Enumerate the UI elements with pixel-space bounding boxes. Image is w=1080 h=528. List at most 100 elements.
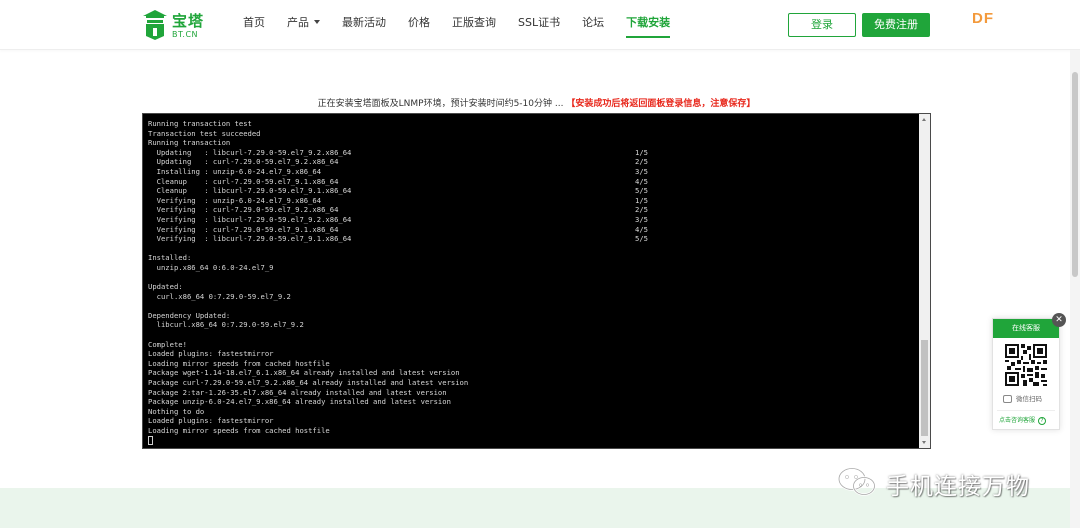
terminal-scroll-thumb[interactable]	[921, 340, 928, 436]
terminal-line-text: Updating : libcurl-7.29.0-59.el7_9.2.x86…	[148, 147, 352, 157]
nav-item-0[interactable]: 首页	[232, 0, 276, 50]
terminal-line: Package unzip-6.0-24.el7_9.x86_64 alread…	[148, 397, 916, 407]
install-notice: 正在安装宝塔面板及LNMP环境，预计安装时间约5-10分钟 ... 【安装成功后…	[142, 96, 931, 109]
terminal-line-text: Updated:	[148, 282, 183, 292]
terminal-line: Transaction test succeeded	[148, 129, 916, 139]
terminal-line: Loaded plugins: fastestmirror	[148, 416, 916, 426]
nav-item-label: 首页	[243, 16, 265, 29]
terminal-line-count: 3/5	[635, 166, 648, 176]
terminal-line-text: Verifying : curl-7.29.0-59.el7_9.2.x86_6…	[148, 205, 339, 215]
brand-logo[interactable]: 宝塔 BT.CN	[142, 9, 204, 43]
terminal-line: Updating : libcurl-7.29.0-59.el7_9.2.x86…	[148, 148, 916, 158]
terminal-line: libcurl.x86_64 0:7.29.0-59.el7_9.2	[148, 320, 916, 330]
terminal-line: Loading mirror speeds from cached hostfi…	[148, 426, 916, 436]
terminal-line-text: Verifying : unzip-6.0-24.el7_9.x86_64	[148, 195, 322, 205]
service-close-icon[interactable]: ✕	[1052, 313, 1066, 327]
terminal-line-text: Installing : unzip-6.0-24.el7_9.x86_64	[148, 166, 322, 176]
nav-item-7[interactable]: 下载安装	[615, 0, 681, 50]
terminal-line: Updating : curl-7.29.0-59.el7_9.2.x86_64…	[148, 157, 916, 167]
terminal-line-text: Transaction test succeeded	[148, 128, 261, 138]
terminal-line: Cleanup : curl-7.29.0-59.el7_9.1.x86_64 4…	[148, 177, 916, 187]
terminal-line-text: Updating : curl-7.29.0-59.el7_9.2.x86_64	[148, 157, 339, 167]
terminal-line-text: Running transaction	[148, 138, 231, 148]
watermark-text: 手机连接万物	[886, 474, 1030, 500]
terminal-line: Verifying : curl-7.29.0-59.el7_9.2.x86_6…	[148, 205, 916, 215]
terminal-line: Complete!	[148, 340, 916, 350]
terminal-line-text: Verifying : libcurl-7.29.0-59.el7_9.2.x8…	[148, 214, 352, 224]
terminal-line-text: Package curl-7.29.0-59.el7_9.2.x86_64 al…	[148, 378, 469, 388]
scroll-up-arrow-icon[interactable]	[922, 118, 926, 121]
terminal-line: Dependency Updated:	[148, 311, 916, 321]
login-button[interactable]: 登录	[788, 13, 856, 37]
terminal-line: Installed:	[148, 253, 916, 263]
terminal-line: unzip.x86_64 0:6.0-24.el7_9	[148, 263, 916, 273]
nav-item-1[interactable]: 产品	[276, 0, 331, 50]
nav-item-label: 价格	[408, 16, 430, 29]
main-nav: 首页 产品 最新活动 价格 正版查询 SSL证书 论坛 下载安装	[232, 0, 681, 50]
install-warning-text: 【安装成功后将返回面板登录信息，注意保存】	[566, 99, 756, 109]
help-icon: ?	[1038, 416, 1047, 425]
terminal-scrollbar[interactable]	[919, 114, 930, 448]
terminal-line: Running transaction test	[148, 119, 916, 129]
install-notice-text: 正在安装宝塔面板及LNMP环境，预计安装时间约5-10分钟 ...	[317, 99, 564, 109]
caret-down-icon	[314, 20, 320, 24]
terminal-line-text: Dependency Updated:	[148, 310, 231, 320]
terminal-line: Nothing to do	[148, 407, 916, 417]
nav-item-label: 最新活动	[342, 16, 386, 29]
terminal-line-text: Loaded plugins: fastestmirror	[148, 349, 274, 359]
terminal-line-count: 1/5	[635, 195, 648, 205]
terminal-line-text: Package wget-1.14-18.el7_6.1.x86_64 alre…	[148, 368, 460, 378]
terminal-line: Package curl-7.29.0-59.el7_9.2.x86_64 al…	[148, 378, 916, 388]
nav-item-label: 产品	[287, 16, 309, 29]
page-scroll-thumb[interactable]	[1072, 72, 1078, 277]
terminal-line: curl.x86_64 0:7.29.0-59.el7_9.2	[148, 292, 916, 302]
terminal-line-text: Package unzip-6.0-24.el7_9.x86_64 alread…	[148, 397, 451, 407]
terminal-output: Running transaction test Transaction test…	[148, 119, 916, 446]
terminal-line-count: 2/5	[635, 205, 648, 215]
terminal-line: Verifying : libcurl-7.29.0-59.el7_9.1.x8…	[148, 234, 916, 244]
scroll-down-arrow-icon[interactable]	[922, 441, 926, 444]
brand-domain: BT.CN	[172, 30, 199, 39]
install-terminal[interactable]: Running transaction test Transaction test…	[142, 113, 931, 449]
terminal-line-text: Verifying : libcurl-7.29.0-59.el7_9.1.x8…	[148, 234, 352, 244]
terminal-line-text: libcurl.x86_64 0:7.29.0-59.el7_9.2	[148, 320, 304, 330]
terminal-line: Running transaction	[148, 138, 916, 148]
terminal-line-count: 4/5	[635, 224, 648, 234]
terminal-line: Verifying : unzip-6.0-24.el7_9.x86_64 1/5	[148, 196, 916, 206]
terminal-line: Cleanup : libcurl-7.29.0-59.el7_9.1.x86_…	[148, 186, 916, 196]
terminal-line-text: Running transaction test	[148, 119, 252, 128]
nav-item-6[interactable]: 论坛	[571, 0, 615, 50]
terminal-line-text: Verifying : curl-7.29.0-59.el7_9.1.x86_6…	[148, 224, 339, 234]
nav-item-label: 正版查询	[452, 16, 496, 29]
online-service-widget: 在线客服 微信扫码 点击咨询客服?	[992, 318, 1060, 430]
service-title: 在线客服	[993, 319, 1059, 338]
terminal-line: Verifying : curl-7.29.0-59.el7_9.1.x86_6…	[148, 225, 916, 235]
terminal-line-text: Loaded plugins: fastestmirror	[148, 416, 274, 426]
terminal-line: Verifying : libcurl-7.29.0-59.el7_9.2.x8…	[148, 215, 916, 225]
nav-item-label: 论坛	[582, 16, 605, 29]
consult-service-label: 点击咨询客服	[999, 417, 1036, 424]
consult-service-link[interactable]: 点击咨询客服?	[999, 415, 1047, 425]
terminal-line: Package wget-1.14-18.el7_6.1.x86_64 alre…	[148, 368, 916, 378]
register-button[interactable]: 免费注册	[862, 13, 930, 37]
terminal-line	[148, 435, 916, 446]
terminal-line-text: Loading mirror speeds from cached hostfi…	[148, 358, 330, 368]
wechat-watermark-icon	[837, 467, 876, 496]
nav-item-4[interactable]: 正版查询	[441, 0, 507, 50]
terminal-line: Loading mirror speeds from cached hostfi…	[148, 359, 916, 369]
terminal-line-text: curl.x86_64 0:7.29.0-59.el7_9.2	[148, 291, 291, 301]
nav-item-label: 下载安装	[626, 16, 671, 29]
terminal-line-count: 5/5	[635, 234, 648, 244]
wechat-scan-label: 微信扫码	[1016, 395, 1042, 403]
nav-item-label: SSL证书	[518, 16, 561, 29]
service-divider	[997, 410, 1055, 411]
page-scrollbar[interactable]	[1070, 50, 1080, 528]
top-header: 宝塔 BT.CN 首页 产品 最新活动 价格 正版查询 SSL证书 论坛 下载安装 登录 免费…	[0, 0, 1080, 50]
terminal-line-count: 1/5	[635, 147, 648, 157]
nav-item-3[interactable]: 价格	[397, 0, 441, 50]
nav-item-5[interactable]: SSL证书	[507, 0, 571, 50]
nav-item-2[interactable]: 最新活动	[331, 0, 397, 50]
